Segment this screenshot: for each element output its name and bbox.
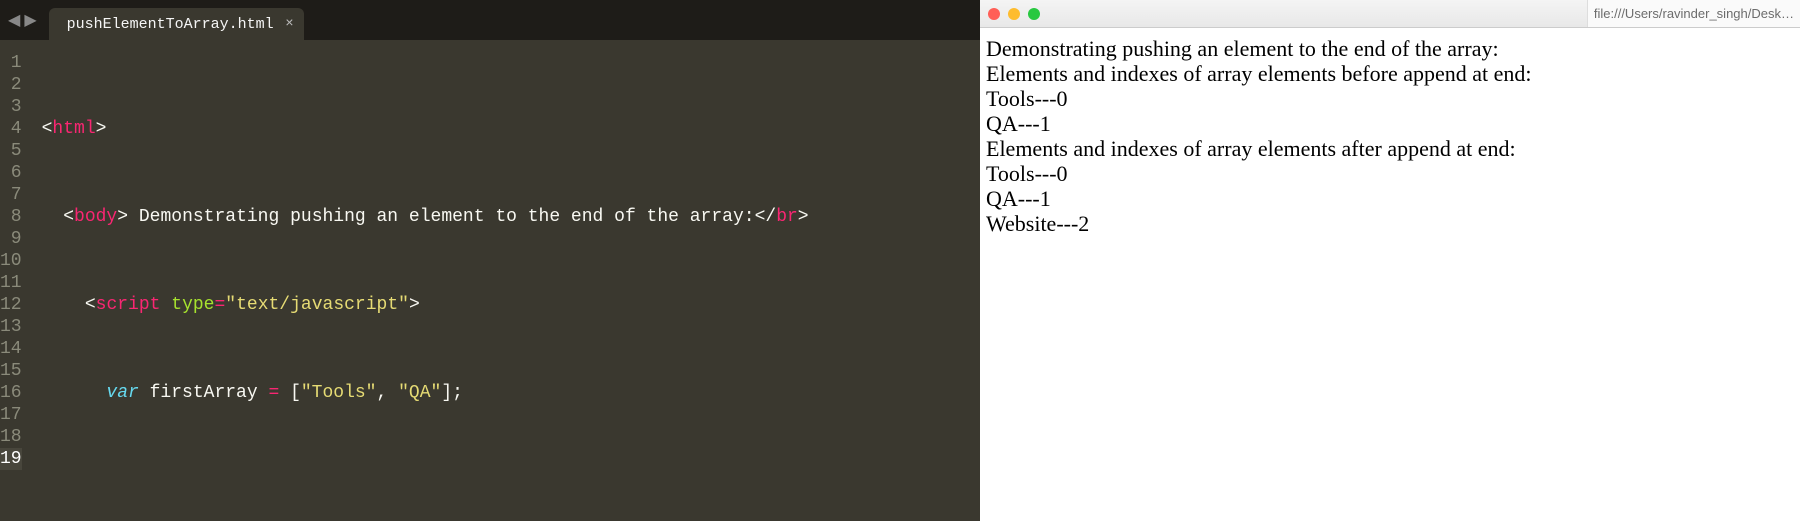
close-window-icon[interactable] <box>988 8 1000 20</box>
line-number: 15 <box>0 360 22 382</box>
code-line: <html> <box>42 118 1014 140</box>
line-number: 17 <box>0 404 22 426</box>
nav-back-icon[interactable]: ◀ <box>8 10 20 30</box>
output-line: Tools---0 <box>986 161 1794 186</box>
output-line: Tools---0 <box>986 86 1794 111</box>
line-number-gutter: 1 2 3 4 5 6 7 8 9 10 11 12 13 14 15 16 1… <box>0 40 30 521</box>
line-number: 16 <box>0 382 22 404</box>
code-editor-pane: ◀ ▶ pushElementToArray.html × 1 2 3 4 5 … <box>0 0 980 521</box>
tab-strip: ◀ ▶ pushElementToArray.html × <box>0 0 980 40</box>
code-line: var firstArray = ["Tools", "QA"]; <box>42 382 1014 404</box>
code-line: <body> Demonstrating pushing an element … <box>42 206 1014 228</box>
line-number: 8 <box>0 206 22 228</box>
line-number: 12 <box>0 294 22 316</box>
output-line: Elements and indexes of array elements a… <box>986 136 1794 161</box>
output-line: Demonstrating pushing an element to the … <box>986 36 1794 61</box>
output-line: QA---1 <box>986 186 1794 211</box>
nav-forward-icon[interactable]: ▶ <box>24 10 36 30</box>
browser-pane: file:///Users/ravinder_singh/Desk… Demon… <box>980 0 1800 521</box>
browser-viewport: Demonstrating pushing an element to the … <box>980 28 1800 521</box>
line-number: 7 <box>0 184 22 206</box>
line-number: 13 <box>0 316 22 338</box>
nav-arrows: ◀ ▶ <box>8 10 37 30</box>
line-number: 5 <box>0 140 22 162</box>
line-number: 9 <box>0 228 22 250</box>
line-number: 11 <box>0 272 22 294</box>
minimize-window-icon[interactable] <box>1008 8 1020 20</box>
output-line: QA---1 <box>986 111 1794 136</box>
line-number: 18 <box>0 426 22 448</box>
code-line <box>42 470 1014 492</box>
editor-tab[interactable]: pushElementToArray.html × <box>49 8 304 40</box>
line-number: 2 <box>0 74 22 96</box>
browser-titlebar: file:///Users/ravinder_singh/Desk… <box>980 0 1800 28</box>
line-number: 3 <box>0 96 22 118</box>
line-number: 4 <box>0 118 22 140</box>
line-number: 1 <box>0 52 22 74</box>
address-bar-fragment[interactable]: file:///Users/ravinder_singh/Desk… <box>1587 0 1800 27</box>
line-number: 10 <box>0 250 22 272</box>
maximize-window-icon[interactable] <box>1028 8 1040 20</box>
editor-body: 1 2 3 4 5 6 7 8 9 10 11 12 13 14 15 16 1… <box>0 40 980 521</box>
line-number: 14 <box>0 338 22 360</box>
window-controls <box>988 8 1040 20</box>
close-icon[interactable]: × <box>285 16 293 32</box>
code-area[interactable]: <html> <body> Demonstrating pushing an e… <box>30 40 1014 521</box>
output-line: Elements and indexes of array elements b… <box>986 61 1794 86</box>
output-line: Website---2 <box>986 211 1794 236</box>
code-line: <script type="text/javascript"> <box>42 294 1014 316</box>
tab-title: pushElementToArray.html <box>67 16 274 33</box>
line-number: 19 <box>0 448 22 470</box>
line-number: 6 <box>0 162 22 184</box>
